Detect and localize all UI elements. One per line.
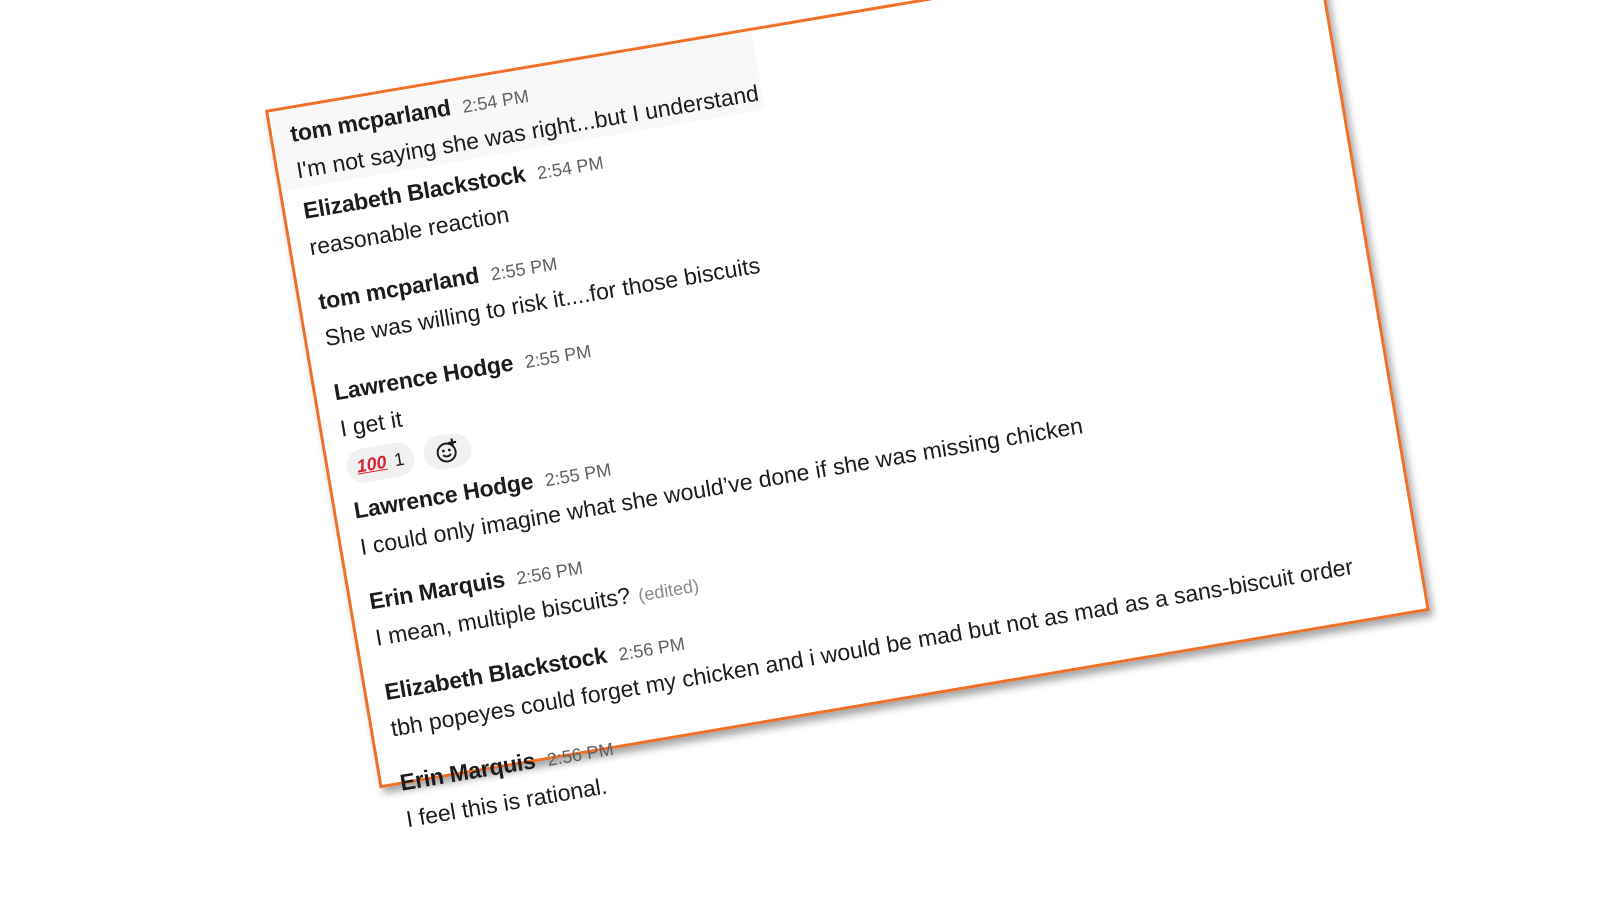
message-timestamp[interactable]: 2:56 PM [617, 634, 687, 666]
add-emoji-icon [436, 438, 457, 463]
reaction-pill[interactable]: 100 1 [344, 440, 417, 486]
reaction-count: 1 [392, 448, 406, 470]
message-timestamp[interactable]: 2:55 PM [489, 254, 559, 286]
chat-excerpt-card: tom mcparland 2:54 PM I'm not saying she… [265, 0, 1430, 832]
message-timestamp[interactable]: 2:54 PM [536, 152, 606, 184]
message-timestamp[interactable]: 2:54 PM [461, 86, 531, 118]
message-timestamp[interactable]: 2:55 PM [523, 341, 593, 373]
add-reaction-button[interactable] [421, 430, 475, 473]
message-timestamp[interactable]: 2:56 PM [515, 558, 585, 590]
hundred-points-icon: 100 [355, 451, 388, 477]
message-timestamp[interactable]: 2:55 PM [543, 459, 613, 491]
message-timestamp[interactable]: 2:56 PM [546, 739, 616, 771]
screenshot-stage: tom mcparland 2:54 PM I'm not saying she… [0, 0, 1600, 900]
message-list: tom mcparland 2:54 PM I'm not saying she… [268, 0, 1416, 837]
edited-marker: (edited) [636, 575, 701, 606]
